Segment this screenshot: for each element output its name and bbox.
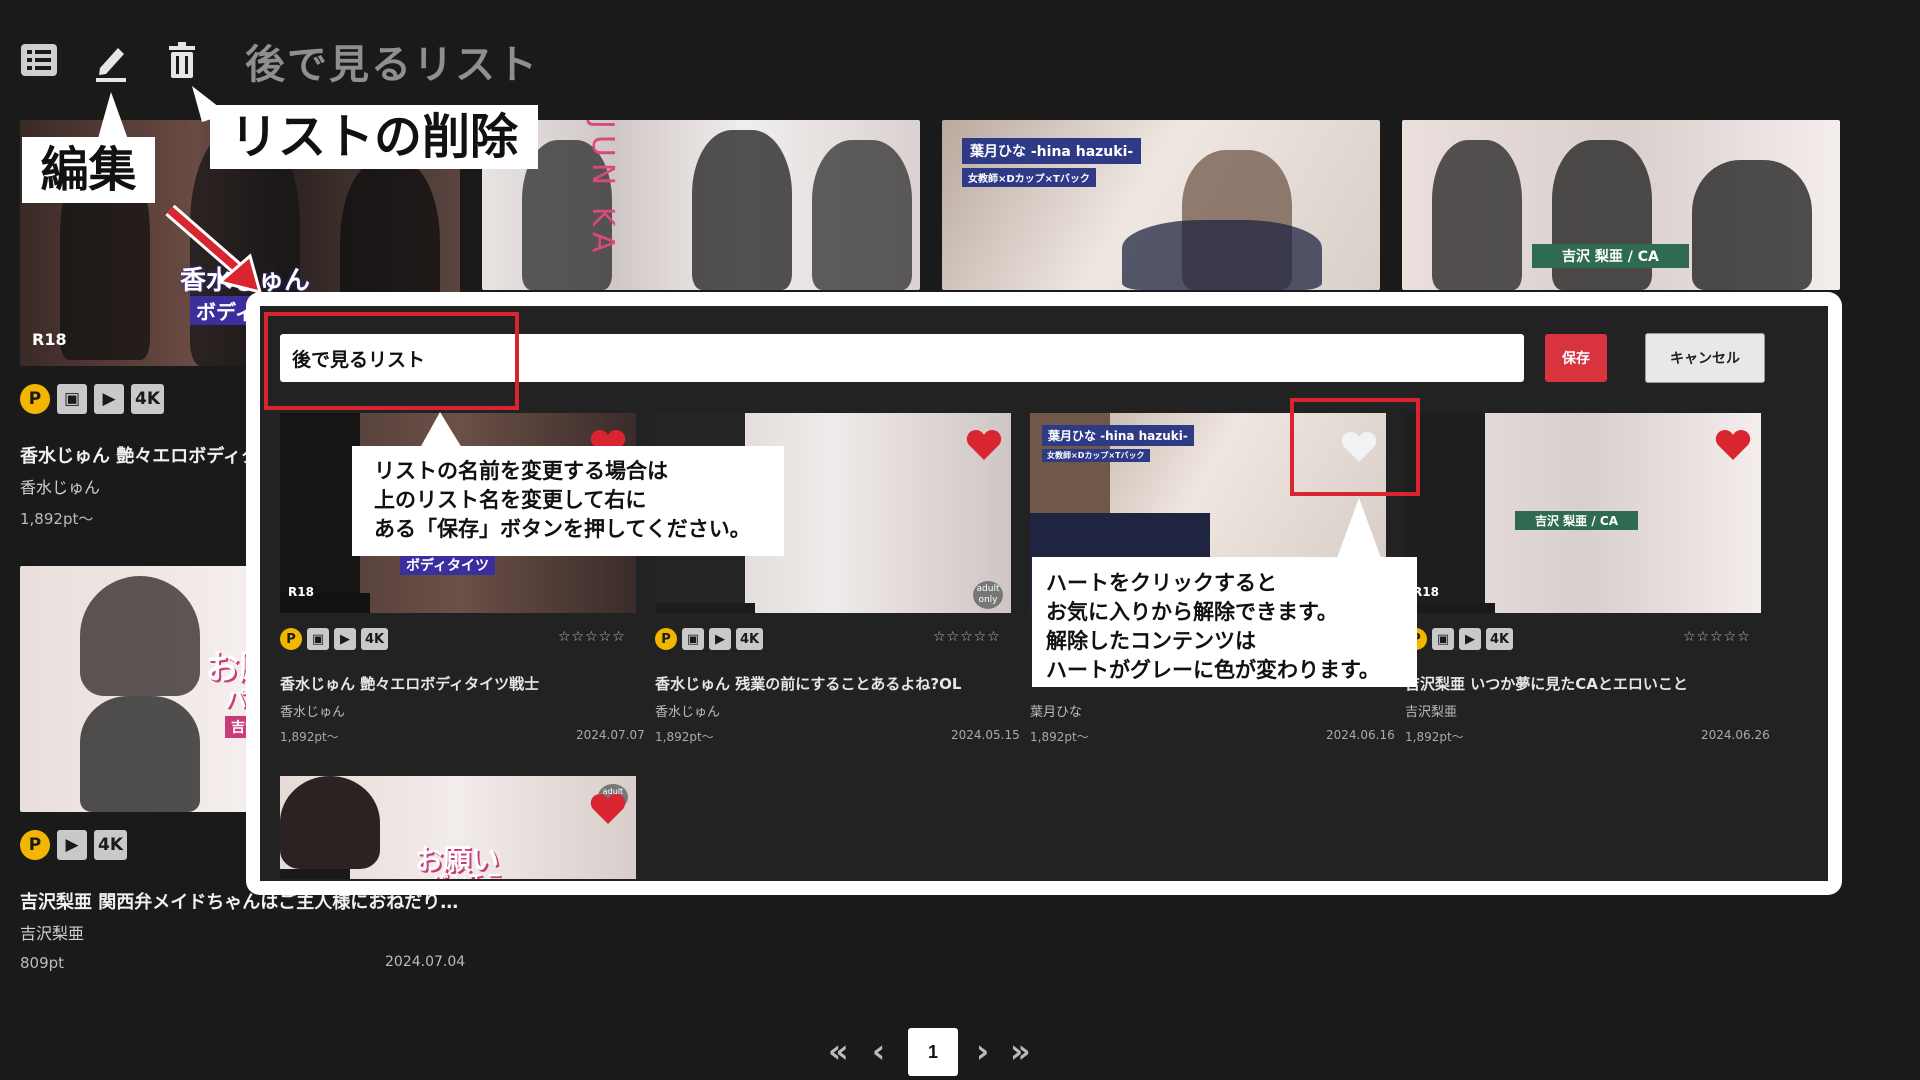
banner-subtext: パンチラ [430,868,503,879]
badge-row: P ▣ ▶ 4K [655,628,768,650]
video-icon: ▶ [334,628,356,650]
content-author[interactable]: 吉沢梨亜 [1405,701,1457,720]
banner-text: 葉月ひな -hina hazuki- [962,138,1142,164]
content-author[interactable]: 吉沢梨亜 [20,920,84,944]
list-view-icon[interactable] [18,38,64,84]
prev-page-button[interactable]: ‹ [872,1032,885,1070]
video-icon: ▶ [94,384,124,414]
banner-text: 吉沢 梨亜 / CA [1532,244,1689,268]
banner-subtext: 女教師×Dカップ×Tバック [962,168,1096,187]
help-line: ハートをクリックすると [1046,571,1277,595]
heart-help-callout: ハートをクリックすると お気に入りから解除できます。 解除したコンテンツは ハー… [1032,557,1417,687]
content-author[interactable]: 香水じゅん [20,474,100,498]
heart-icon[interactable] [590,792,626,826]
badge-row: P ▣ ▶ 4K [20,384,171,414]
page-title: 後で見るリスト [245,42,539,88]
content-author[interactable]: 香水じゅん [280,701,345,720]
banner-text: 葉月ひな -hina hazuki- [1042,425,1194,446]
banner-text: 吉沢 梨亜 / CA [1515,511,1639,530]
highlight-box-heart [1290,398,1420,496]
content-date: 2024.07.07 [576,728,645,742]
help-line: ハートがグレーに色が変わります。 [1046,658,1380,682]
content-price: 1,892pt～ [20,510,94,528]
help-line: ある「保存」ボタンを押してください。 [374,517,751,541]
content-title[interactable]: 吉沢梨亜 いつか夢に見たCAとエロいこと [1405,673,1688,694]
image-icon: ▣ [682,628,704,650]
cancel-button[interactable]: キャンセル [1645,333,1765,383]
premium-badge: P [20,384,50,414]
content-thumbnail[interactable]: JUN KA [482,120,920,290]
callout-pointer [97,92,129,142]
edit-pencil-icon[interactable] [90,38,136,84]
content-thumbnail[interactable]: 吉沢 梨亜 / CA [1402,120,1840,290]
video-icon: ▶ [1459,628,1481,650]
help-line: 上のリスト名を変更して右に [374,488,647,512]
vertical-banner-text: JUN KA [585,120,620,259]
last-page-button[interactable]: » [1010,1032,1031,1070]
content-date: 2024.06.26 [1701,728,1770,742]
heart-icon[interactable] [966,428,1002,462]
banner-subtext: 女教師×Dカップ×Tバック [1042,449,1150,462]
content-thumbnail[interactable]: 葉月ひな -hina hazuki- 女教師×Dカップ×Tバック [942,120,1380,290]
4k-badge: 4K [1486,628,1514,650]
content-price: 1,892pt～ [1030,730,1089,744]
content-date: 2024.07.04 [385,954,466,970]
content-date: 2024.05.15 [951,728,1020,742]
adult-only-badge: adult only [973,581,1003,609]
premium-badge: P [655,628,677,650]
edit-callout: 編集 [22,137,155,203]
star-rating[interactable]: ☆☆☆☆☆ [933,629,1001,645]
content-title[interactable]: 香水じゅん 艶々エロボディタイツ戦士 [280,673,539,694]
content-price: 1,892pt～ [1405,730,1464,744]
r18-badge: R18 [32,330,67,349]
list-item-thumbnail[interactable]: 吉沢 梨亜 / CA R18 [1405,413,1761,613]
content-title[interactable]: 香水じゅん 残業の前にすることあるよね?OL [655,673,961,694]
image-icon: ▣ [57,384,87,414]
premium-badge: P [20,830,50,860]
content-author[interactable]: 香水じゅん [655,701,720,720]
r18-badge: R18 [288,585,314,599]
next-page-button[interactable]: › [976,1032,989,1070]
help-line: お気に入りから解除できます。 [1046,600,1338,624]
page-number-current[interactable]: 1 [908,1028,958,1076]
badge-row: P ▣ ▶ 4K [280,628,393,650]
star-rating[interactable]: ☆☆☆☆☆ [558,629,626,645]
video-icon: ▶ [709,628,731,650]
content-price: 809pt [20,954,65,972]
badge-row: P ▶ 4K [20,830,134,860]
delete-list-callout: リストの削除 [210,105,538,169]
list-item-thumbnail[interactable]: お願い パンチラ adult only [280,776,636,879]
premium-badge: P [280,628,302,650]
4k-badge: 4K [361,628,389,650]
banner-subtext: ボディタイツ [400,555,496,575]
heart-icon[interactable] [1715,428,1751,462]
trash-icon[interactable] [160,38,206,84]
star-rating[interactable]: ☆☆☆☆☆ [1683,629,1751,645]
image-icon: ▣ [1432,628,1454,650]
image-icon: ▣ [307,628,329,650]
content-price: 1,892pt～ [280,730,339,744]
content-date: 2024.06.16 [1326,728,1395,742]
highlight-box-list-name [264,312,519,410]
content-author[interactable]: 葉月ひな [1030,701,1082,720]
4k-badge: 4K [131,384,165,414]
4k-badge: 4K [94,830,128,860]
content-title[interactable]: 香水じゅん 艶々エロボディタ [20,442,259,468]
video-icon: ▶ [57,830,87,860]
content-price: 1,892pt～ [655,730,714,744]
save-button[interactable]: 保存 [1545,334,1607,382]
help-line: 解除したコンテンツは [1046,629,1256,653]
callout-pointer [420,412,462,448]
arrow-icon [165,204,263,295]
badge-row: P ▣ ▶ 4K [1405,628,1518,650]
first-page-button[interactable]: « [828,1032,849,1070]
rename-help-callout: リストの名前を変更する場合は 上のリスト名を変更して右に ある「保存」ボタンを押… [352,446,784,556]
4k-badge: 4K [736,628,764,650]
help-line: リストの名前を変更する場合は [374,459,668,483]
callout-pointer [1337,498,1381,558]
